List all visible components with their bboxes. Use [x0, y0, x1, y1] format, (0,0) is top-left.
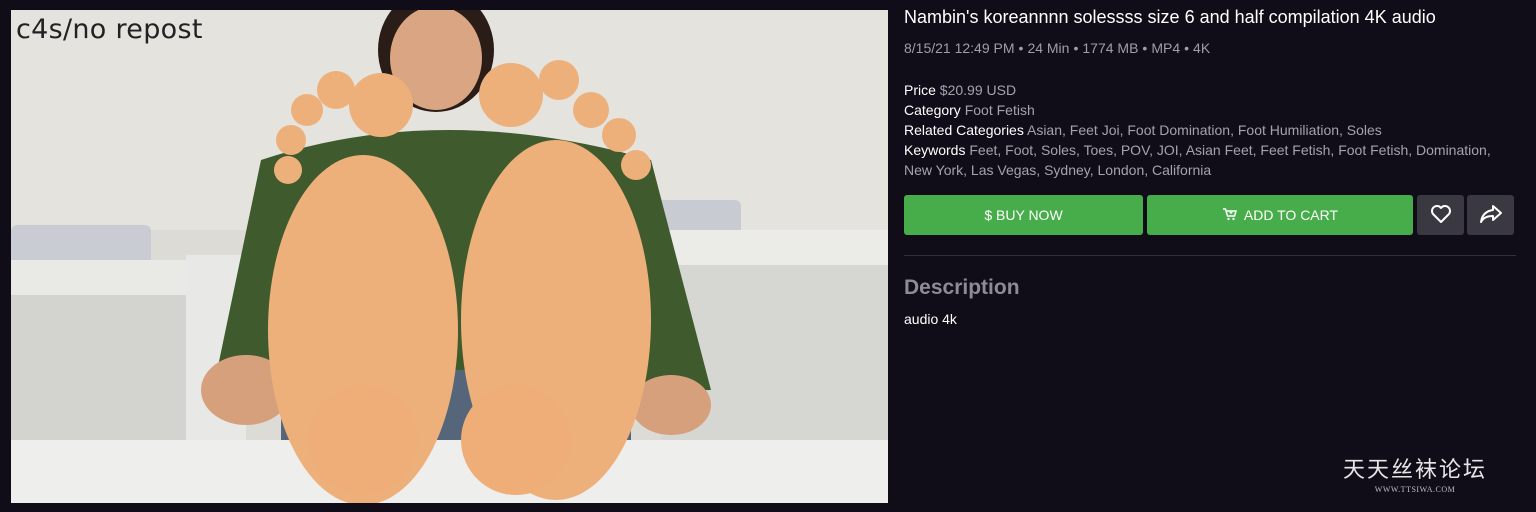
meta-size: 1774 MB	[1082, 40, 1139, 56]
category-row: Category Foot Fetish	[904, 100, 1516, 120]
favorite-button[interactable]	[1417, 195, 1464, 235]
product-title: Nambin's koreannnn solessss size 6 and h…	[904, 7, 1436, 27]
meta-format: MP4	[1151, 40, 1181, 56]
meta-duration: 24 Min	[1027, 40, 1070, 56]
price-row: Price $20.99 USD	[904, 80, 1516, 100]
site-watermark-logo: 天天丝袜论坛 WWW.TTSIWA.COM	[1343, 452, 1487, 494]
meta-separator: •	[1142, 40, 1148, 56]
preview-image[interactable]: c4s/no repost	[11, 10, 888, 503]
site-watermark-url: WWW.TTSIWA.COM	[1374, 485, 1456, 494]
product-properties: Price $20.99 USD Category Foot Fetish Re…	[904, 80, 1516, 180]
related-categories-links[interactable]: Asian, Feet Joi, Foot Domination, Foot H…	[1027, 122, 1382, 138]
meta-date: 8/15/21 12:49 PM	[904, 40, 1015, 56]
keywords-row: Keywords Feet, Foot, Soles, Toes, POV, J…	[904, 140, 1516, 180]
price-label: Price	[904, 82, 936, 98]
purchase-actions: $ BUY NOW ADD TO CART	[904, 195, 1516, 235]
meta-separator: •	[1073, 40, 1079, 56]
add-to-cart-button[interactable]: ADD TO CART	[1147, 195, 1413, 235]
section-divider	[904, 255, 1516, 256]
related-categories-row: Related Categories Asian, Feet Joi, Foot…	[904, 120, 1516, 140]
keywords-label: Keywords	[904, 142, 966, 158]
meta-separator: •	[1184, 40, 1190, 56]
meta-resolution: 4K	[1193, 40, 1211, 56]
price-value: $20.99 USD	[939, 82, 1017, 98]
keywords-links[interactable]: Feet, Foot, Soles, Toes, POV, JOI, Asian…	[904, 142, 1491, 178]
cart-icon	[1222, 207, 1238, 224]
related-categories-label: Related Categories	[904, 122, 1024, 138]
category-label: Category	[904, 102, 961, 118]
description-heading: Description	[904, 276, 1020, 299]
category-link[interactable]: Foot Fetish	[965, 102, 1035, 118]
preview-watermark-text: c4s/no repost	[16, 14, 203, 45]
site-watermark-name: 天天丝袜论坛	[1343, 458, 1488, 483]
share-icon	[1479, 204, 1503, 227]
meta-separator: •	[1018, 40, 1024, 56]
heart-icon	[1430, 204, 1452, 227]
buy-now-button[interactable]: $ BUY NOW	[904, 195, 1143, 235]
share-button[interactable]	[1467, 195, 1514, 235]
description-text: audio 4k	[904, 311, 957, 327]
product-meta: 8/15/21 12:49 PM • 24 Min • 1774 MB • MP4 • 4K	[904, 40, 1210, 56]
preview-illustration	[11, 10, 888, 503]
add-to-cart-label: ADD TO CART	[1243, 207, 1339, 223]
